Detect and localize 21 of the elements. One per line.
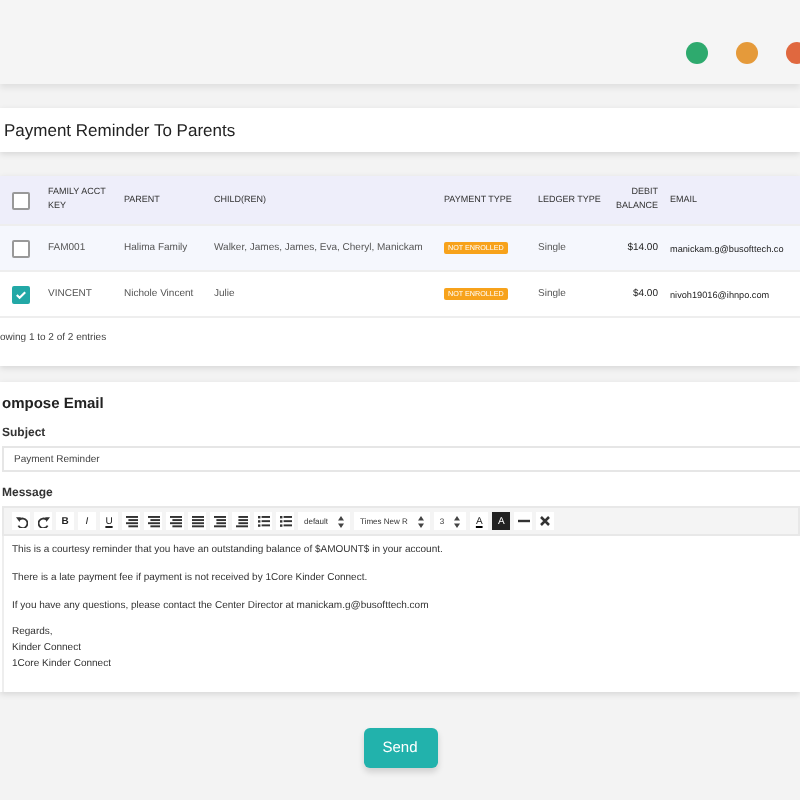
- row-checkbox[interactable]: [12, 285, 30, 303]
- aligncenter-button[interactable]: [144, 512, 162, 530]
- alignleft-button[interactable]: [122, 512, 140, 530]
- clear-format-button[interactable]: [536, 512, 555, 530]
- up-down-arrows-icon: [417, 515, 424, 527]
- status-dot[interactable]: [686, 42, 708, 64]
- up-down-arrows-icon: [338, 515, 345, 527]
- up-down-arrows-icon: [454, 515, 461, 527]
- redo-button[interactable]: [34, 512, 52, 530]
- bullet-list-button[interactable]: [254, 512, 272, 530]
- select-all-checkbox[interactable]: [12, 191, 30, 209]
- status-dot[interactable]: [736, 42, 758, 64]
- justify-button[interactable]: [188, 512, 206, 530]
- indent-button[interactable]: [210, 512, 228, 530]
- page-title: Payment Reminder To Parents: [4, 120, 236, 140]
- numbered-list-button[interactable]: [276, 512, 294, 530]
- horizontal-rule-button[interactable]: [514, 512, 533, 530]
- outdent-button[interactable]: [232, 512, 250, 530]
- alignright-button[interactable]: [166, 512, 184, 530]
- row-checkbox[interactable]: [12, 239, 30, 257]
- undo-button[interactable]: [12, 512, 30, 530]
